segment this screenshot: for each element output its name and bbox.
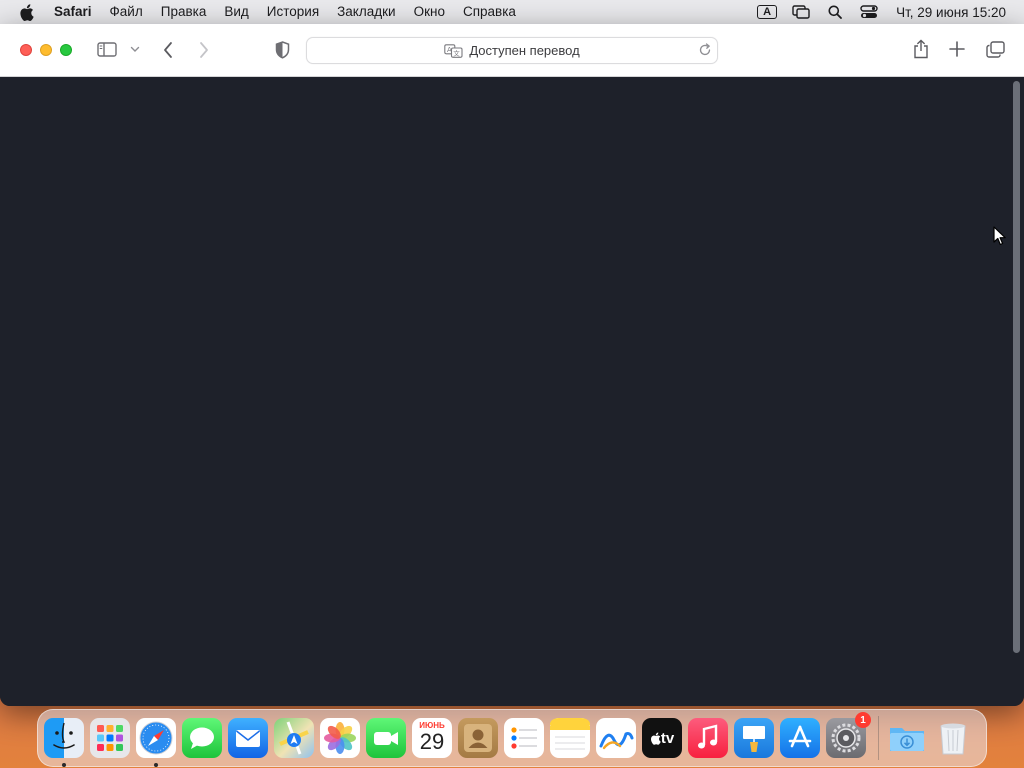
new-tab-button[interactable] <box>949 41 965 57</box>
finder-icon <box>53 722 75 749</box>
safari-compass-icon <box>139 721 173 755</box>
tab-overview-button[interactable] <box>986 41 1005 58</box>
sidebar-icon <box>97 42 117 57</box>
dock-apple-tv[interactable]: tv <box>642 718 682 758</box>
privacy-report-button[interactable] <box>275 41 290 59</box>
dock-notes[interactable] <box>550 718 590 758</box>
dock-launchpad[interactable] <box>90 718 130 758</box>
safari-window: A文 Доступен перевод <box>0 24 1024 706</box>
menu-bookmarks[interactable]: Закладки <box>328 0 404 24</box>
control-center-menu[interactable] <box>852 0 886 24</box>
translate-icon: A文 <box>444 43 463 58</box>
tab-overview-icon <box>986 41 1005 58</box>
menu-history[interactable]: История <box>258 0 328 24</box>
dock-photos[interactable] <box>320 718 360 758</box>
dock-system-settings[interactable]: 1 <box>826 712 871 758</box>
calendar-day: 29 <box>419 729 445 754</box>
apple-menu-icon[interactable] <box>16 2 36 22</box>
menu-window[interactable]: Окно <box>405 0 454 24</box>
dock-downloads-folder[interactable] <box>887 718 927 758</box>
sidebar-toggle-button[interactable] <box>97 42 117 57</box>
dock-finder[interactable] <box>44 718 84 767</box>
chevron-left-icon <box>164 42 172 58</box>
dock-separator <box>878 716 879 760</box>
svg-text:文: 文 <box>454 48 461 57</box>
address-bar-text: Доступен перевод <box>469 43 580 58</box>
dock-mail[interactable] <box>228 718 268 758</box>
zoom-window-button[interactable] <box>60 44 72 56</box>
menu-view[interactable]: Вид <box>215 0 257 24</box>
notes-icon <box>550 718 590 750</box>
menu-bar: Safari Файл Правка Вид История Закладки … <box>0 0 1024 24</box>
music-note-icon <box>698 724 718 749</box>
back-button[interactable] <box>162 41 174 59</box>
address-bar[interactable]: A文 Доступен перевод <box>306 37 718 64</box>
safari-toolbar: A文 Доступен перевод <box>0 24 1024 77</box>
web-content-area[interactable] <box>0 77 1024 706</box>
dock-messages[interactable] <box>182 718 222 758</box>
launchpad-icon <box>97 725 123 751</box>
dock-trash[interactable] <box>933 718 973 758</box>
running-indicator <box>62 763 66 767</box>
screen-mirroring-menu[interactable] <box>784 0 818 24</box>
minimize-window-button[interactable] <box>40 44 52 56</box>
dock-safari[interactable] <box>136 718 176 767</box>
messages-icon <box>190 727 214 749</box>
chevron-right-icon <box>200 42 208 58</box>
dock-facetime[interactable] <box>366 718 406 758</box>
dock-contacts[interactable] <box>458 718 498 758</box>
close-window-button[interactable] <box>20 44 32 56</box>
keynote-podium-icon <box>743 726 765 752</box>
running-indicator <box>154 763 158 767</box>
menu-help[interactable]: Справка <box>454 0 525 24</box>
tab-groups-dropdown[interactable] <box>130 46 140 53</box>
apple-tv-icon <box>650 731 661 745</box>
forward-button[interactable] <box>198 41 210 59</box>
mail-icon <box>236 730 260 747</box>
menu-edit[interactable]: Правка <box>152 0 216 24</box>
dock-music[interactable] <box>688 718 728 758</box>
plus-icon <box>949 41 965 57</box>
spotlight-menu[interactable] <box>818 0 852 24</box>
downloads-folder-icon <box>890 728 924 751</box>
search-icon <box>828 5 842 19</box>
shield-icon <box>275 41 290 59</box>
app-store-icon <box>788 725 812 748</box>
notification-badge: 1 <box>855 712 871 728</box>
dock-app-store[interactable] <box>780 718 820 758</box>
freeform-icon <box>599 732 634 750</box>
input-source-icon: A <box>757 5 778 19</box>
trash-icon <box>940 723 966 755</box>
reload-button[interactable] <box>698 43 712 62</box>
menu-app-safari[interactable]: Safari <box>46 0 101 24</box>
share-button[interactable] <box>912 39 930 59</box>
dock-calendar[interactable]: ИЮНЬ 29 <box>412 718 452 758</box>
input-source-menu[interactable]: A <box>750 0 784 24</box>
screen-mirroring-icon <box>792 5 810 19</box>
vertical-scrollbar[interactable] <box>1013 81 1020 653</box>
share-icon <box>914 39 928 59</box>
reminders-icon <box>511 727 537 749</box>
dock: ИЮНЬ 29 tv 1 <box>37 709 987 767</box>
dock-keynote[interactable] <box>734 718 774 758</box>
chevron-down-icon <box>130 46 140 52</box>
maps-icon <box>279 721 309 755</box>
dock-maps[interactable] <box>274 718 314 758</box>
dock-reminders[interactable] <box>504 718 544 758</box>
dock-freeform[interactable] <box>596 718 636 758</box>
apple-tv-label: tv <box>660 729 675 747</box>
menubar-status-area: A Чт, 29 июня 15:20 <box>750 0 1024 24</box>
mouse-cursor-icon <box>993 226 1007 251</box>
photos-icon <box>324 722 356 754</box>
control-center-icon <box>860 5 878 18</box>
menubar-clock[interactable]: Чт, 29 июня 15:20 <box>886 5 1024 20</box>
menu-file[interactable]: Файл <box>101 0 152 24</box>
contacts-icon <box>464 724 492 752</box>
facetime-camera-icon <box>374 732 398 745</box>
reload-icon <box>699 43 711 56</box>
